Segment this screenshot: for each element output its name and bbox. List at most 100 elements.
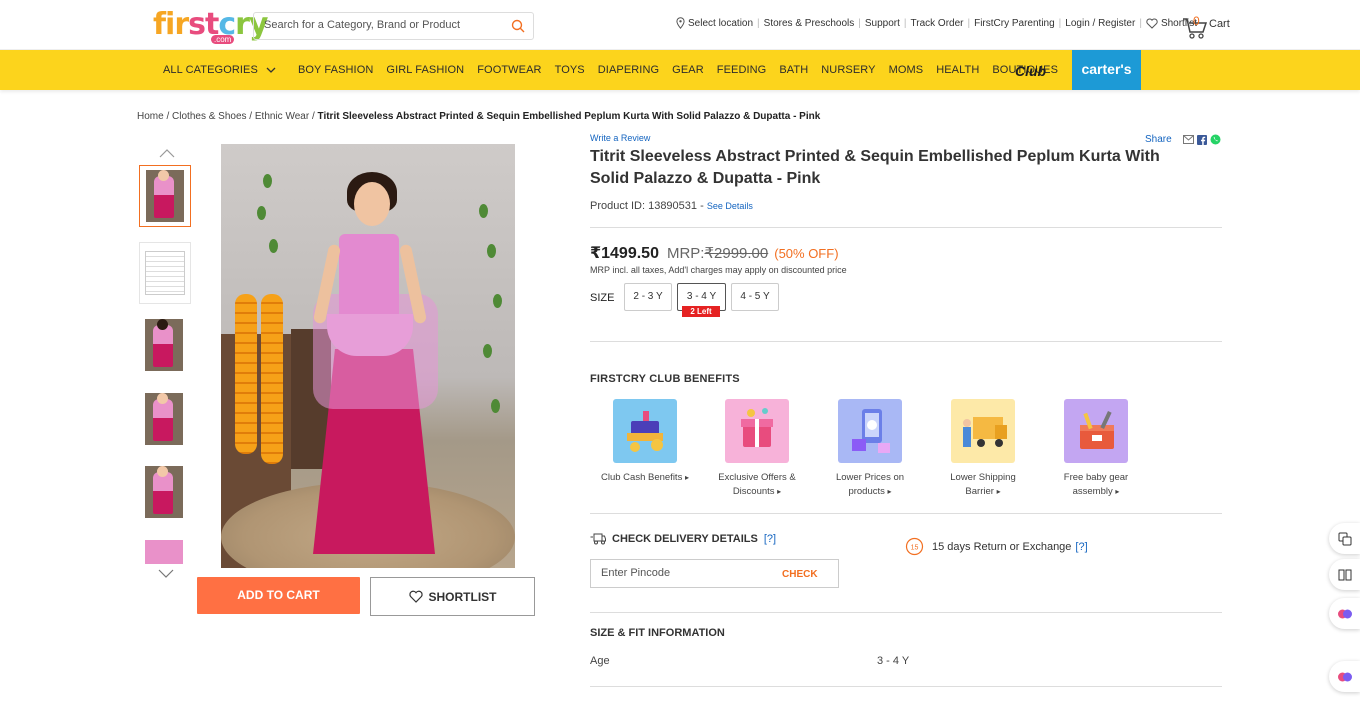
thumbnail-dress <box>154 176 174 218</box>
benefit-label-line: Lower Prices on <box>835 472 905 483</box>
breadcrumb-clothes[interactable]: Clothes & Shoes <box>172 111 247 122</box>
login-register-link[interactable]: Login / Register <box>1065 18 1135 29</box>
size-option-4-5y[interactable]: 4 - 5 Y <box>731 283 779 311</box>
image-leaf <box>493 294 502 308</box>
benefit-label-line: assembly <box>1072 486 1113 497</box>
reader-button[interactable] <box>1329 559 1360 590</box>
benefit-free-assembly[interactable]: Free baby gear assembly ▸ <box>1041 399 1151 499</box>
thumbnail-dress <box>153 472 173 514</box>
thumbnail-3[interactable] <box>139 315 191 377</box>
nav-bath[interactable]: BATH <box>779 64 808 76</box>
benefit-label: Lower Shipping Barrier ▸ <box>928 471 1038 499</box>
toolbox-icon <box>1080 410 1114 449</box>
ai-assistant-button-2[interactable] <box>1329 661 1360 692</box>
logo-sub: .com <box>211 35 235 44</box>
thumbnail-down-arrow-icon[interactable] <box>158 569 174 579</box>
thumbnail-size-chart[interactable] <box>139 242 191 304</box>
divider: | <box>858 17 861 29</box>
benefit-lower-shipping[interactable]: Lower Shipping Barrier ▸ <box>928 399 1038 499</box>
delivery-help-link[interactable]: [?] <box>764 533 776 545</box>
nav-nursery[interactable]: NURSERY <box>821 64 875 76</box>
caret-right-icon: ▸ <box>1115 487 1120 496</box>
select-location-link[interactable]: Select location <box>676 17 753 29</box>
caret-right-icon: ▸ <box>684 473 689 482</box>
nav-club[interactable]: Club <box>1015 63 1046 79</box>
thumbnail-1[interactable] <box>139 165 191 227</box>
pincode-input[interactable] <box>601 567 761 579</box>
benefit-club-cash[interactable]: Club Cash Benefits ▸ <box>590 399 700 485</box>
breadcrumb-ethnic[interactable]: Ethnic Wear <box>255 111 309 122</box>
location-pin-icon <box>676 17 685 29</box>
benefit-label-line: products <box>848 486 885 497</box>
track-order-link[interactable]: Track Order <box>911 18 964 29</box>
nav-toys[interactable]: TOYS <box>555 64 585 76</box>
add-to-cart-button[interactable]: ADD TO CART <box>197 577 360 614</box>
size-label: SIZE <box>590 292 615 304</box>
main-product-image[interactable] <box>221 144 515 568</box>
image-peplum <box>327 314 413 356</box>
nav-boy-fashion[interactable]: BOY FASHION <box>298 64 373 76</box>
cart-button[interactable]: 0 Cart <box>1182 14 1232 40</box>
product-id-label: Product ID: 13890531 - <box>590 200 704 212</box>
translate-button[interactable] <box>1329 523 1360 554</box>
nav-girl-fashion[interactable]: GIRL FASHION <box>386 64 464 76</box>
image-leaf <box>263 174 272 188</box>
check-pincode-button[interactable]: CHECK <box>782 569 818 580</box>
club-benefits-title: FIRSTCRY CLUB BENEFITS <box>590 373 740 385</box>
nav-carters[interactable]: carter's <box>1072 50 1141 90</box>
write-review-link[interactable]: Write a Review <box>590 133 650 143</box>
lower-shipping-image <box>951 399 1015 463</box>
nav-footwear[interactable]: FOOTWEAR <box>477 64 541 76</box>
nav-moms[interactable]: MOMS <box>889 64 924 76</box>
email-icon[interactable] <box>1182 135 1194 144</box>
search-icon[interactable] <box>510 18 526 34</box>
stores-link[interactable]: Stores & Preschools <box>764 18 855 29</box>
nav-gear[interactable]: GEAR <box>672 64 704 76</box>
search-input[interactable] <box>264 19 504 31</box>
shortlist-button[interactable]: SHORTLIST <box>370 577 535 616</box>
club-cash-image <box>613 399 677 463</box>
benefit-lower-prices[interactable]: Lower Prices on products ▸ <box>815 399 925 499</box>
gift-box-icon <box>741 408 773 447</box>
thumbnail-up-arrow-icon[interactable] <box>159 148 175 158</box>
top-links: Select location | Stores & Preschools | … <box>676 17 1197 29</box>
nav-feeding[interactable]: FEEDING <box>717 64 767 76</box>
image-leaf <box>491 399 500 413</box>
thumbnail-6[interactable] <box>139 536 191 564</box>
divider <box>590 612 1222 613</box>
thumbnail-5[interactable] <box>139 462 191 524</box>
benefit-exclusive-offers[interactable]: Exclusive Offers & Discounts ▸ <box>702 399 812 499</box>
nav-diapering[interactable]: DIAPERING <box>598 64 659 76</box>
search-box[interactable] <box>253 12 534 40</box>
category-nav: ALL CATEGORIES BOY FASHION GIRL FASHION … <box>0 50 1360 90</box>
svg-text:15: 15 <box>911 545 919 552</box>
nav-health[interactable]: HEALTH <box>936 64 979 76</box>
whatsapp-icon[interactable] <box>1210 134 1221 145</box>
thumbnail-hair <box>157 319 168 330</box>
phone-discount-icon <box>852 409 890 453</box>
parenting-link[interactable]: FirstCry Parenting <box>974 18 1055 29</box>
discount-badge: (50% OFF) <box>774 246 839 261</box>
brain-icon <box>1337 672 1352 681</box>
nav-all-categories[interactable]: ALL CATEGORIES <box>163 64 276 76</box>
thumbnail-4[interactable] <box>139 389 191 451</box>
ai-assistant-button[interactable] <box>1329 598 1360 629</box>
benefit-label-line: Club Cash Benefits <box>601 472 683 483</box>
translate-icon <box>1338 532 1351 545</box>
return-15-days-icon: 15 <box>905 537 924 556</box>
support-link[interactable]: Support <box>865 18 900 29</box>
image-face <box>354 182 390 226</box>
see-details-link[interactable]: See Details <box>707 201 753 211</box>
benefit-label-line: Lower Shipping <box>950 472 1016 483</box>
selling-price: ₹1499.50 <box>590 245 659 262</box>
return-policy: 15 15 days Return or Exchange [?] <box>905 537 1088 556</box>
pincode-box: CHECK <box>590 559 839 588</box>
firstcry-logo[interactable]: firstcry .com <box>153 9 269 45</box>
benefit-label-line: Discounts <box>732 486 775 497</box>
thumbnail-dress <box>153 399 173 441</box>
caret-right-icon: ▸ <box>887 487 892 496</box>
facebook-icon[interactable] <box>1196 134 1207 145</box>
return-help-link[interactable]: [?] <box>1075 541 1087 553</box>
breadcrumb-home[interactable]: Home <box>137 111 164 122</box>
size-option-2-3y[interactable]: 2 - 3 Y <box>624 283 672 311</box>
